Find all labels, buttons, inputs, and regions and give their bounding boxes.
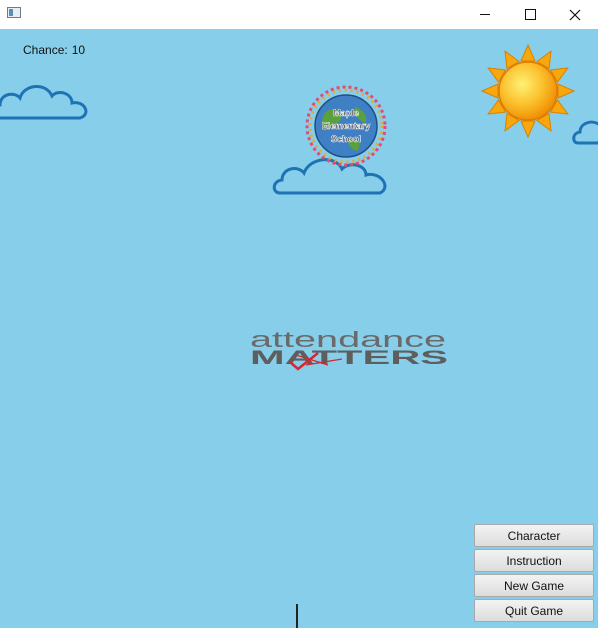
close-icon bbox=[569, 9, 581, 20]
maximize-button[interactable] bbox=[507, 0, 553, 29]
player-launcher[interactable] bbox=[296, 604, 298, 628]
sun-icon bbox=[480, 43, 576, 139]
banner-line2: MATTERS bbox=[250, 348, 448, 369]
quit-game-button[interactable]: Quit Game bbox=[474, 599, 594, 622]
chance-label: Chance: bbox=[23, 43, 68, 57]
badge-line1: Maple bbox=[333, 108, 359, 118]
minimize-icon bbox=[480, 14, 490, 15]
character-button[interactable]: Character bbox=[474, 524, 594, 547]
badge-line3: School bbox=[331, 134, 361, 144]
cloud-icon bbox=[0, 85, 88, 120]
close-button[interactable] bbox=[552, 0, 598, 29]
chance-value: 10 bbox=[71, 43, 86, 57]
attendance-banner: attendance MATTERS bbox=[250, 329, 448, 371]
school-badge: Maple Elementary School bbox=[305, 85, 387, 167]
instruction-button[interactable]: Instruction bbox=[474, 549, 594, 572]
minimize-button[interactable] bbox=[462, 0, 508, 29]
new-game-button[interactable]: New Game bbox=[474, 574, 594, 597]
badge-line2: Elementary bbox=[322, 121, 371, 131]
game-canvas[interactable]: Chance: 10 Maple Elementary School atten… bbox=[0, 29, 598, 628]
maximize-icon bbox=[524, 9, 536, 20]
title-bar bbox=[0, 0, 598, 29]
app-icon bbox=[7, 7, 21, 18]
chance-counter: Chance: 10 bbox=[23, 43, 85, 57]
